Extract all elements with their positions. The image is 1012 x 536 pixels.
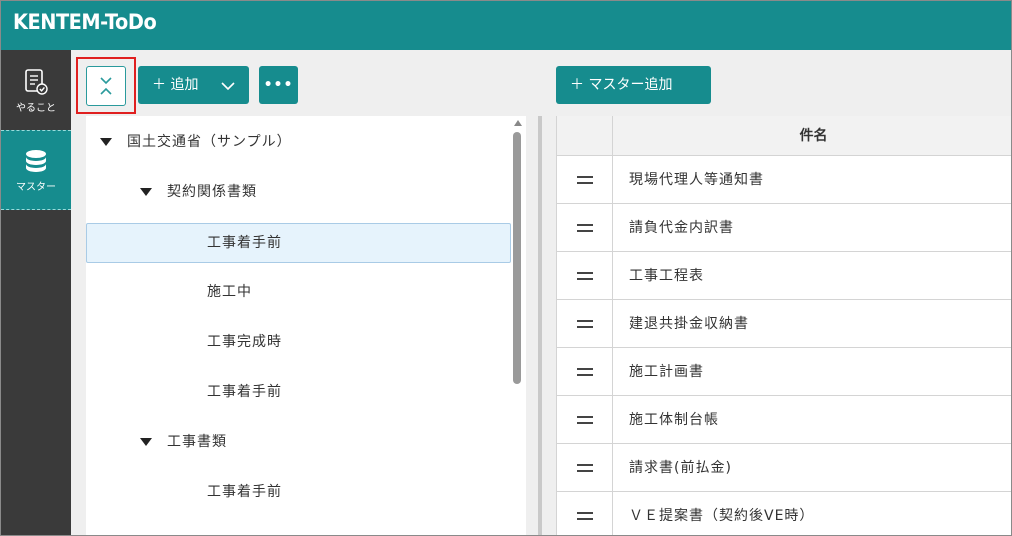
- tree-node[interactable]: 工事着手前: [86, 472, 511, 512]
- tree-node-label: 工事着手前: [207, 235, 282, 251]
- table-row[interactable]: 施工計画書: [557, 348, 1011, 396]
- tree-node[interactable]: 工事完成時: [86, 322, 511, 362]
- master-table: 件名 現場代理人等通知書 請負代金内訳書 工事工程表 建退共掛金収納書 施工計画…: [556, 116, 1011, 535]
- tree-node-label: 工事着手前: [207, 384, 282, 400]
- expand-arrow-icon[interactable]: [100, 138, 112, 146]
- add-button-label: ＋ 追加: [152, 77, 199, 93]
- drag-handle-icon[interactable]: [557, 492, 613, 535]
- drag-handle-icon[interactable]: [557, 444, 613, 491]
- tree-node-label: 施工中: [207, 284, 252, 300]
- drag-handle-icon[interactable]: [557, 348, 613, 395]
- collapse-all-button[interactable]: [86, 66, 126, 106]
- table-cell-name: 施工体制台帳: [629, 412, 719, 428]
- scroll-thumb[interactable]: [513, 132, 521, 384]
- table-cell-name: 現場代理人等通知書: [629, 172, 764, 188]
- sidebar-item-label: マスター: [16, 182, 56, 193]
- table-row[interactable]: 現場代理人等通知書: [557, 156, 1011, 204]
- table-row[interactable]: 請負代金内訳書: [557, 204, 1011, 252]
- checklist-icon: [25, 69, 48, 95]
- database-icon: [26, 150, 46, 172]
- drag-handle-header: [557, 116, 613, 156]
- drag-handle-icon[interactable]: [557, 252, 613, 299]
- sidebar: やること マスター: [1, 50, 71, 535]
- tree-node[interactable]: 工事着手前: [86, 372, 511, 412]
- table-cell-name: ＶＥ提案書（契約後VE時）: [629, 508, 815, 524]
- table-row[interactable]: 工事工程表: [557, 252, 1011, 300]
- tree-node[interactable]: 国土交通省（サンプル）: [86, 122, 511, 162]
- table-row[interactable]: 建退共掛金収納書: [557, 300, 1011, 348]
- table-cell-name: 請負代金内訳書: [629, 220, 734, 236]
- table-cell-name: 施工計画書: [629, 364, 704, 380]
- add-button[interactable]: ＋ 追加: [138, 66, 249, 104]
- sidebar-item-todo[interactable]: やること: [1, 58, 71, 130]
- category-tree: 国土交通省（サンプル） 契約関係書類 工事着手前 施工中 工事完成時 工事着手前…: [86, 116, 526, 535]
- panel-splitter[interactable]: [538, 116, 542, 535]
- add-master-button-label: ＋ マスター追加: [570, 77, 673, 93]
- drag-handle-icon[interactable]: [557, 204, 613, 251]
- more-icon: •••: [263, 77, 294, 93]
- tree-node-label: 工事書類: [167, 434, 227, 450]
- table-row[interactable]: 請求書(前払金): [557, 444, 1011, 492]
- drag-handle-icon[interactable]: [557, 156, 613, 203]
- app-title: KENTEM-ToDo: [13, 10, 157, 34]
- tree-scrollbar[interactable]: [512, 116, 524, 535]
- tree-node-label: 工事完成時: [207, 334, 282, 350]
- table-row[interactable]: 施工体制台帳: [557, 396, 1011, 444]
- expand-arrow-icon[interactable]: [140, 188, 152, 196]
- expand-arrow-icon[interactable]: [140, 438, 152, 446]
- table-cell-name: 請求書(前払金): [629, 460, 732, 476]
- scroll-up-arrow-icon[interactable]: [514, 120, 522, 126]
- tree-node[interactable]: 契約関係書類: [86, 172, 511, 212]
- tree-node[interactable]: 施工中: [86, 272, 511, 312]
- app-window: KENTEM-ToDo やること マスター ＋ 追加 ••• ＋ マスター追加 …: [0, 0, 1012, 536]
- table-row[interactable]: ＶＥ提案書（契約後VE時）: [557, 492, 1011, 535]
- drag-handle-icon[interactable]: [557, 396, 613, 443]
- drag-handle-icon[interactable]: [557, 300, 613, 347]
- tree-node-selected[interactable]: 工事着手前: [86, 223, 511, 263]
- sidebar-item-master[interactable]: マスター: [1, 130, 71, 210]
- tree-node-label: 国土交通省（サンプル）: [127, 134, 292, 150]
- sidebar-item-label: やること: [16, 103, 56, 114]
- collapse-icon: [100, 77, 112, 95]
- tree-node-label: 契約関係書類: [167, 184, 257, 200]
- table-header: 件名: [557, 116, 1011, 156]
- table-cell-name: 工事工程表: [629, 268, 704, 284]
- column-header-name: 件名: [799, 128, 828, 144]
- table-cell-name: 建退共掛金収納書: [629, 316, 749, 332]
- app-header: KENTEM-ToDo: [1, 1, 1011, 50]
- tree-node[interactable]: 工事書類: [86, 422, 511, 462]
- tree-node-label: 工事着手前: [207, 484, 282, 500]
- add-master-button[interactable]: ＋ マスター追加: [556, 66, 711, 104]
- more-options-button[interactable]: •••: [259, 66, 298, 104]
- chevron-down-icon: [221, 82, 235, 91]
